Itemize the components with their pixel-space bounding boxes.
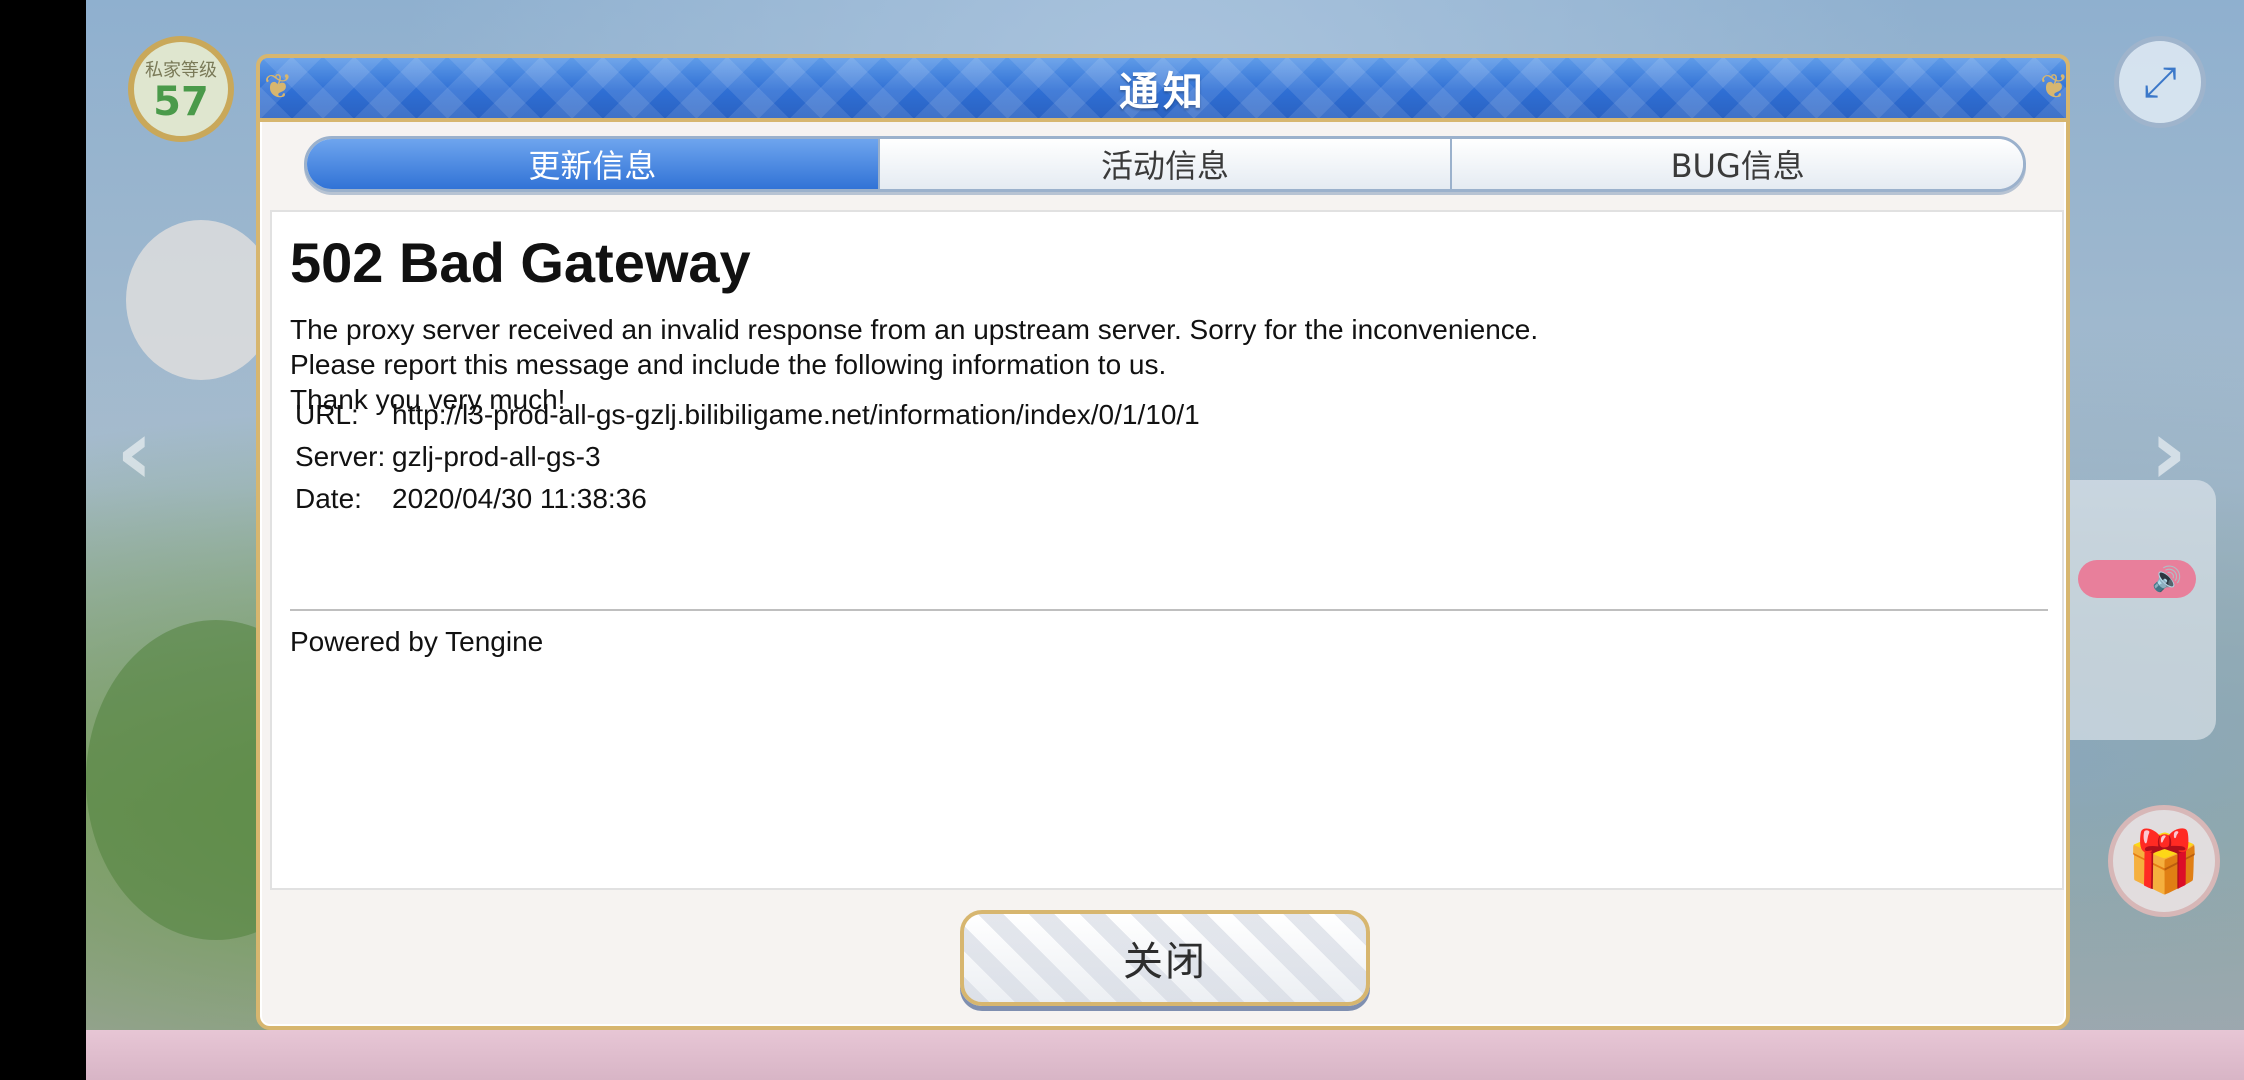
- gift-button[interactable]: 🎁: [2108, 805, 2220, 917]
- dialog-header: ❦ 通知 ❦: [256, 54, 2070, 122]
- close-button[interactable]: 关闭: [960, 910, 1370, 1006]
- url-label: URL:: [295, 399, 359, 430]
- gift-icon: 🎁: [2126, 826, 2202, 897]
- tab-update-info[interactable]: 更新信息: [307, 139, 880, 189]
- bg-character: [126, 220, 276, 380]
- level-badge[interactable]: 私家等级 57: [128, 36, 234, 142]
- expand-icon: ⤢: [2143, 57, 2177, 106]
- info-row-server: Server: gzlj-prod-all-gs-3: [295, 436, 1200, 478]
- info-row-date: Date: 2020/04/30 11:38:36: [295, 478, 1200, 520]
- level-value: 57: [153, 79, 209, 125]
- right-arrow-icon[interactable]: ›: [2150, 400, 2187, 505]
- powered-by: Powered by Tengine: [290, 626, 544, 657]
- notice-dialog: ❦ 通知 ❦ 更新信息 活动信息 BUG信息 502 Bad Gateway T…: [256, 54, 2070, 1030]
- error-line: The proxy server received an invalid res…: [290, 314, 1539, 345]
- url-value: http://l3-prod-all-gs-gzlj.bilibiligame.…: [392, 399, 1200, 430]
- tab-event-info[interactable]: 活动信息: [879, 139, 1453, 189]
- dialog-title: 通知: [1119, 69, 1207, 115]
- date-value: 2020/04/30 11:38:36: [392, 483, 647, 514]
- corner-ornament-icon: ❦: [264, 67, 293, 107]
- tab-bar: 更新信息 活动信息 BUG信息: [304, 136, 2026, 192]
- server-value: gzlj-prod-all-gs-3: [392, 441, 601, 472]
- server-label: Server:: [295, 441, 386, 472]
- bottom-menu-bar: [86, 1030, 2244, 1080]
- left-black-bar: [0, 0, 86, 1080]
- notice-content[interactable]: 502 Bad Gateway The proxy server receive…: [270, 210, 2064, 890]
- error-line: Please report this message and include t…: [290, 349, 1167, 380]
- corner-ornament-icon: ❦: [2040, 67, 2069, 107]
- left-arrow-icon[interactable]: ‹: [116, 400, 153, 505]
- tab-bug-info[interactable]: BUG信息: [1452, 139, 2023, 189]
- date-label: Date:: [295, 483, 362, 514]
- error-info-table: URL: http://l3-prod-all-gs-gzlj.bilibili…: [295, 394, 1200, 520]
- error-heading: 502 Bad Gateway: [290, 231, 751, 294]
- speaker-icon: 🔊: [2152, 565, 2182, 593]
- fullscreen-button[interactable]: ⤢: [2114, 36, 2206, 128]
- divider: [290, 609, 2048, 611]
- sound-toggle[interactable]: 🔊: [2078, 560, 2196, 598]
- info-row-url: URL: http://l3-prod-all-gs-gzlj.bilibili…: [295, 394, 1200, 436]
